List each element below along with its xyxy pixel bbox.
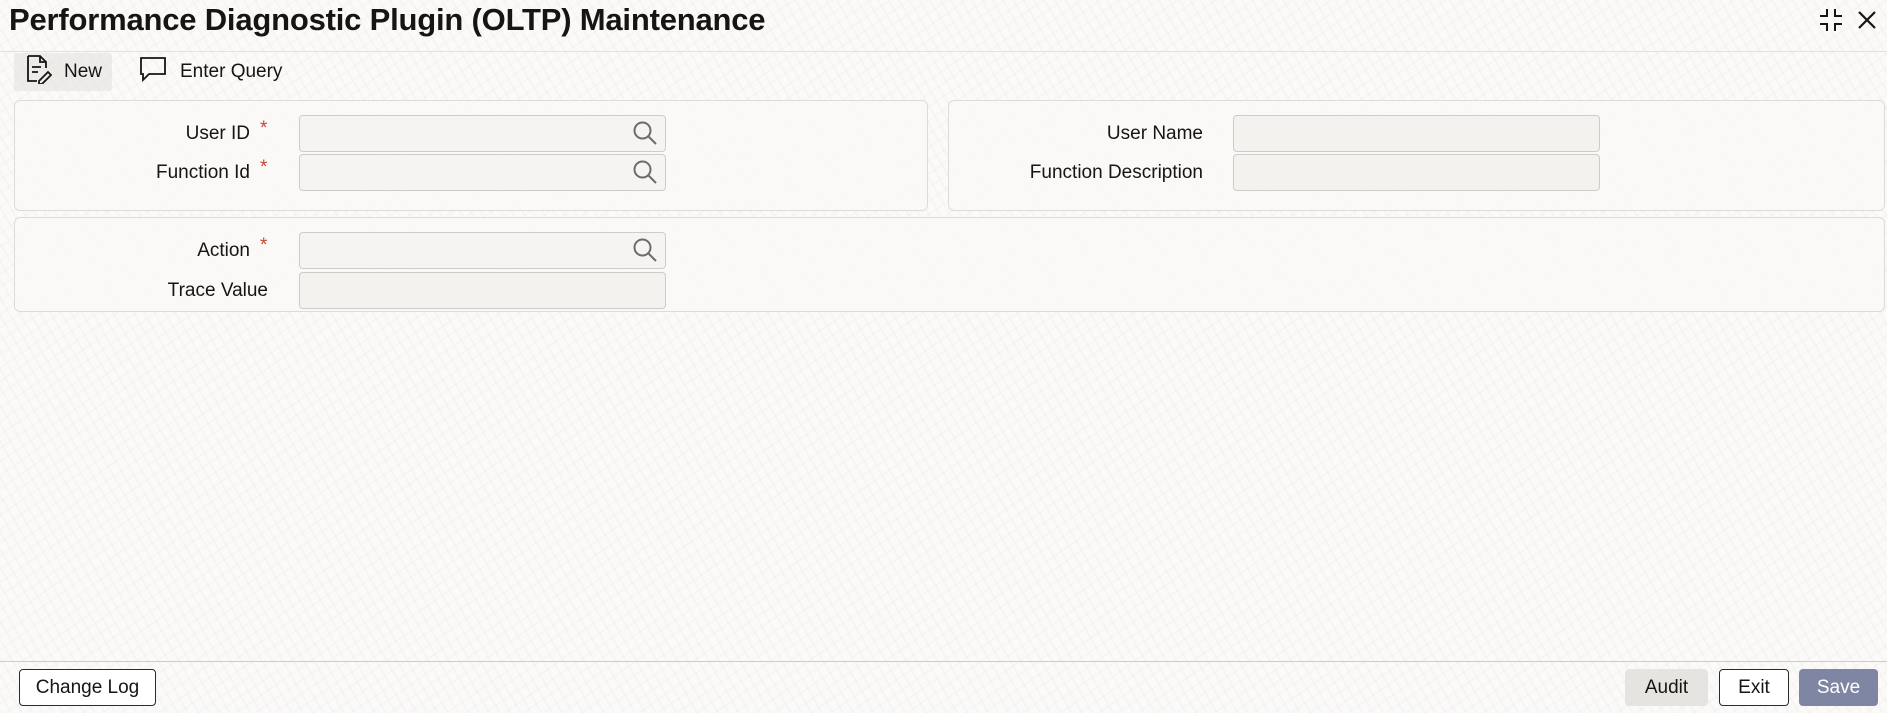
new-button-label: New (64, 61, 103, 82)
search-icon[interactable] (630, 157, 660, 187)
user-id-label: User ID (185, 123, 250, 144)
function-description-field (1233, 154, 1600, 191)
user-name-label: User Name (1106, 123, 1203, 144)
function-description-label: Function Description (1029, 162, 1203, 183)
action-required-marker: * (260, 235, 268, 256)
user-id-required-marker: * (260, 118, 268, 139)
action-label: Action (197, 240, 250, 261)
footer-divider (0, 661, 1887, 662)
function-id-required-marker: * (260, 157, 268, 178)
enter-query-label: Enter Query (180, 61, 283, 82)
search-icon[interactable] (630, 118, 660, 148)
search-icon[interactable] (630, 235, 660, 265)
header-divider (0, 51, 1887, 52)
new-button[interactable]: New (14, 53, 113, 91)
user-name-field (1233, 115, 1600, 152)
user-id-input[interactable] (299, 115, 666, 152)
enter-query-button[interactable]: Enter Query (128, 53, 292, 91)
audit-button[interactable]: Audit (1625, 669, 1708, 706)
new-document-icon (24, 54, 53, 90)
action-input[interactable] (299, 232, 666, 269)
exit-button[interactable]: Exit (1719, 669, 1789, 706)
close-icon[interactable] (1852, 5, 1882, 35)
function-id-label: Function Id (156, 162, 250, 183)
function-id-input[interactable] (299, 154, 666, 191)
trace-value-input[interactable] (299, 272, 666, 309)
collapse-icon[interactable] (1816, 5, 1846, 35)
save-button[interactable]: Save (1799, 669, 1878, 706)
action-panel (14, 217, 1885, 312)
trace-value-label: Trace Value (167, 280, 268, 301)
change-log-button[interactable]: Change Log (19, 669, 156, 706)
speech-bubble-icon (138, 55, 168, 89)
page-title: Performance Diagnostic Plugin (OLTP) Mai… (9, 2, 766, 37)
